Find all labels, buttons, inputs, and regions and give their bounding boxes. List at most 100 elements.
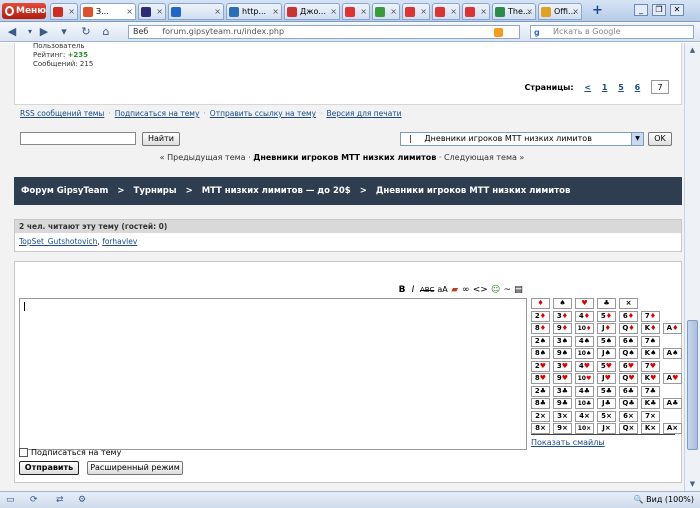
- page-link-6[interactable]: 6: [635, 83, 641, 92]
- card-button[interactable]: 7♣: [641, 385, 660, 397]
- tab-close-icon[interactable]: ×: [390, 4, 397, 19]
- browser-tab[interactable]: The... ×: [492, 3, 536, 20]
- card-button[interactable]: 7♦: [641, 310, 660, 322]
- card-button[interactable]: 2♦: [531, 310, 550, 322]
- rss-icon[interactable]: [494, 28, 503, 37]
- card-button[interactable]: 10♥: [575, 373, 594, 384]
- breadcrumb-item-mtt[interactable]: МТТ низких лимитов — до 20$: [202, 186, 351, 196]
- card-button[interactable]: 3×: [553, 410, 572, 422]
- card-button[interactable]: Q♥: [619, 373, 638, 384]
- card-button[interactable]: 5♣: [597, 385, 616, 397]
- ok-button[interactable]: OK: [648, 132, 672, 146]
- card-button[interactable]: 9♥: [553, 373, 572, 384]
- strike-icon[interactable]: ABC: [420, 284, 434, 296]
- card-button[interactable]: 7♠: [641, 335, 660, 347]
- card-button[interactable]: 4×: [575, 410, 594, 422]
- subscribe-checkbox[interactable]: [19, 448, 28, 457]
- card-button[interactable]: 6♠: [619, 335, 638, 347]
- card-button[interactable]: 4♣: [575, 385, 594, 397]
- forum-search-input[interactable]: [20, 132, 136, 145]
- tab-close-icon[interactable]: ×: [126, 4, 133, 19]
- card-button[interactable]: 9♦: [553, 323, 572, 334]
- card-button[interactable]: A♥: [663, 373, 682, 384]
- new-tab-button[interactable]: +: [592, 4, 604, 18]
- card-button[interactable]: 3♦: [553, 310, 572, 322]
- minimize-icon[interactable]: _: [634, 4, 648, 16]
- card-button[interactable]: Q×: [619, 423, 638, 434]
- back-icon[interactable]: ◀: [4, 25, 20, 39]
- card-button[interactable]: 3♣: [553, 385, 572, 397]
- media-icon[interactable]: ▤: [514, 284, 523, 296]
- card-button[interactable]: 8♣: [531, 398, 550, 409]
- reader-user-link[interactable]: TopSet_Gutshotovich: [19, 237, 97, 246]
- browser-tab[interactable]: ×: [138, 3, 166, 20]
- tab-close-icon[interactable]: ×: [480, 4, 487, 19]
- card-button[interactable]: J♣: [597, 398, 616, 409]
- reader-user-link[interactable]: forhavlev: [102, 237, 137, 246]
- card-button[interactable]: J♠: [597, 348, 616, 359]
- scroll-down-icon[interactable]: ▼: [687, 479, 698, 489]
- card-button[interactable]: 6♥: [619, 360, 638, 372]
- browser-tab[interactable]: http... ×: [226, 3, 282, 20]
- browser-tab[interactable]: ×: [50, 3, 78, 20]
- subscribe-link[interactable]: Подписаться на тему: [115, 109, 200, 118]
- card-button[interactable]: 6×: [619, 410, 638, 422]
- card-button[interactable]: A♣: [663, 398, 682, 409]
- zoom-level[interactable]: 🔍 Вид (100%): [634, 492, 694, 508]
- tab-close-icon[interactable]: ×: [156, 4, 163, 19]
- scroll-up-icon[interactable]: ▲: [687, 45, 698, 55]
- link-icon[interactable]: ∞: [462, 284, 470, 296]
- close-window-icon[interactable]: ✕: [670, 4, 684, 16]
- suit-button[interactable]: ♣: [597, 298, 616, 309]
- card-button[interactable]: 2×: [531, 410, 550, 422]
- card-button[interactable]: J♦: [597, 323, 616, 334]
- card-button[interactable]: 6♣: [619, 385, 638, 397]
- breadcrumb-item-forum[interactable]: Форум GipsyTeam: [21, 186, 108, 196]
- next-topic-link[interactable]: Следующая тема »: [444, 153, 524, 162]
- page-link-5[interactable]: 5: [618, 83, 624, 92]
- card-button[interactable]: K♣: [641, 398, 660, 409]
- show-smileys-link[interactable]: Показать смайлы: [531, 438, 605, 447]
- card-button[interactable]: A×: [663, 423, 682, 434]
- font-size-icon[interactable]: aA: [437, 284, 447, 296]
- card-button[interactable]: 10♦: [575, 323, 594, 334]
- card-button[interactable]: A♠: [663, 348, 682, 359]
- rss-link[interactable]: RSS сообщений темы: [20, 109, 104, 118]
- card-button[interactable]: 8♥: [531, 373, 550, 384]
- home-icon[interactable]: ⌂: [98, 25, 114, 39]
- card-button[interactable]: Q♠: [619, 348, 638, 359]
- browser-tab[interactable]: Offi... ×: [538, 3, 582, 20]
- restore-icon[interactable]: ❐: [652, 4, 666, 16]
- hide-icon[interactable]: ~: [503, 284, 511, 296]
- card-button[interactable]: 2♥: [531, 360, 550, 372]
- advanced-mode-button[interactable]: Расширенный режим: [87, 461, 183, 475]
- card-button[interactable]: K♥: [641, 373, 660, 384]
- subscribe-checkbox-row[interactable]: Подписаться на тему: [19, 448, 121, 458]
- card-button[interactable]: 8♠: [531, 348, 550, 359]
- settings-icon[interactable]: ⚙: [78, 494, 92, 506]
- card-button[interactable]: 6♦: [619, 310, 638, 322]
- tab-close-icon[interactable]: ×: [526, 4, 533, 19]
- card-button[interactable]: J♥: [597, 373, 616, 384]
- card-button[interactable]: 2♣: [531, 385, 550, 397]
- opera-menu-button[interactable]: Меню: [2, 3, 46, 19]
- forward-icon[interactable]: ▶: [36, 25, 52, 39]
- tab-close-icon[interactable]: ×: [214, 4, 221, 19]
- card-button[interactable]: 4♠: [575, 335, 594, 347]
- reload-icon[interactable]: ↻: [78, 25, 94, 39]
- send-link-link[interactable]: Отправить ссылку на тему: [210, 109, 316, 118]
- card-button[interactable]: 7×: [641, 410, 660, 422]
- sync-icon[interactable]: ⟳: [30, 494, 44, 506]
- submit-button[interactable]: Отправить: [19, 461, 79, 475]
- browser-tab[interactable]: ×: [462, 3, 490, 20]
- tab-close-icon[interactable]: ×: [420, 4, 427, 19]
- card-button[interactable]: 4♥: [575, 360, 594, 372]
- tab-close-icon[interactable]: ×: [360, 4, 367, 19]
- scrollbar-thumb[interactable]: [687, 320, 698, 450]
- card-button[interactable]: Q♣: [619, 398, 638, 409]
- prev-topic-link[interactable]: « Предыдущая тема: [160, 153, 246, 162]
- page-prev-link[interactable]: <: [584, 83, 591, 92]
- card-button[interactable]: 3♥: [553, 360, 572, 372]
- address-field[interactable]: Веб forum.gipsyteam.ru/index.php: [128, 25, 520, 39]
- suit-button[interactable]: ♠: [553, 298, 572, 309]
